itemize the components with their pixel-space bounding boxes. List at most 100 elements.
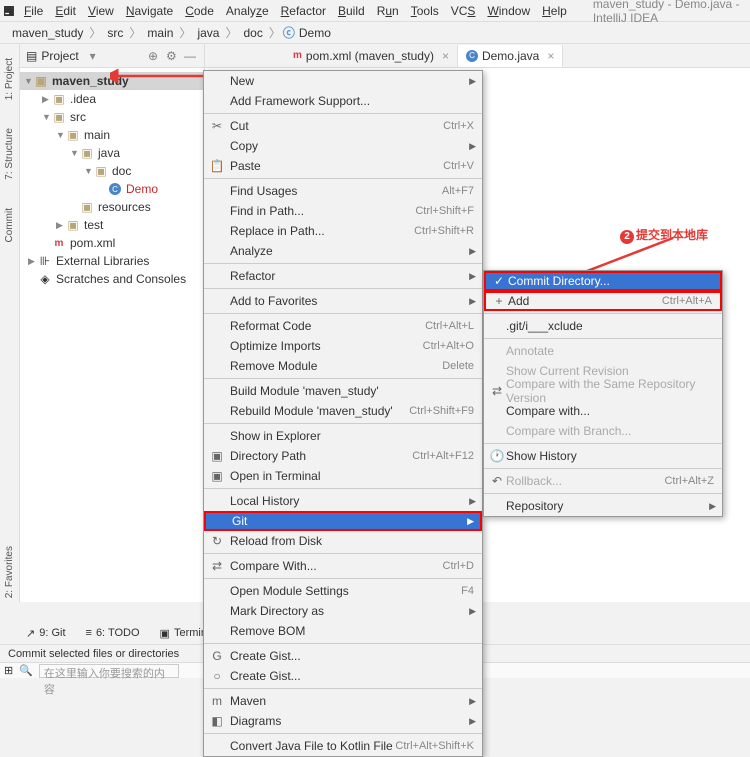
chevron-down-icon[interactable]: ▾ <box>90 49 96 63</box>
menu-analyze[interactable]: Analyze <box>220 2 275 20</box>
menu-item[interactable]: Reformat CodeCtrl+Alt+L <box>204 316 482 336</box>
left-tab-commit[interactable]: Commit <box>2 204 17 246</box>
menu-run[interactable]: Run <box>371 2 405 20</box>
menu-item[interactable]: .git/i___xclude <box>484 316 722 336</box>
menu-refactor[interactable]: Refactor <box>275 2 332 20</box>
left-tool-tabs: 1: Project 7: Structure Commit 2: Favori… <box>0 44 20 602</box>
menu-item[interactable]: ◧Diagrams▶ <box>204 711 482 731</box>
menu-item[interactable]: Remove BOM <box>204 621 482 641</box>
menu-item[interactable]: Compare with... <box>484 401 722 421</box>
menu-item[interactable]: Compare with Branch... <box>484 421 722 441</box>
menu-item[interactable]: Mark Directory as▶ <box>204 601 482 621</box>
gear-icon[interactable]: ⚙ <box>166 49 180 63</box>
menu-item[interactable]: Annotate <box>484 341 722 361</box>
bc-project[interactable]: maven_study <box>8 26 87 40</box>
menu-item[interactable]: ✂CutCtrl+X <box>204 116 482 136</box>
menu-item[interactable]: New▶ <box>204 71 482 91</box>
search-input[interactable]: 在这里输入你要搜索的内容 <box>39 664 179 678</box>
tree-item[interactable]: mpom.xml <box>20 234 204 252</box>
project-header: ▤ Project ▾ ⊕ ⚙ — <box>20 44 204 68</box>
tree-item[interactable]: ◈Scratches and Consoles <box>20 270 204 288</box>
menu-item[interactable]: Replace in Path...Ctrl+Shift+R <box>204 221 482 241</box>
bottom-tab-git[interactable]: ↗ 9: Git <box>20 625 72 642</box>
menu-item[interactable]: mMaven▶ <box>204 691 482 711</box>
menu-item[interactable]: Add to Favorites▶ <box>204 291 482 311</box>
maven-icon: m <box>293 50 302 61</box>
tree-item[interactable]: ▼▣java <box>20 144 204 162</box>
git-submenu: ✓Commit Directory...+AddCtrl+Alt+A .git/i… <box>483 270 723 517</box>
menu-help[interactable]: Help <box>536 2 573 20</box>
menu-item[interactable]: Refactor▶ <box>204 266 482 286</box>
left-tab-project[interactable]: 1: Project <box>2 54 17 104</box>
bottom-tool-tabs: ↗ 9: Git ≡ 6: TODO ▣ Terminal <box>20 622 222 644</box>
menu-item[interactable]: ↶Rollback...Ctrl+Alt+Z <box>484 471 722 491</box>
menu-item[interactable]: Copy▶ <box>204 136 482 156</box>
menu-item[interactable]: Optimize ImportsCtrl+Alt+O <box>204 336 482 356</box>
search-icon: 🔍 <box>19 664 33 677</box>
menu-item[interactable]: Rebuild Module 'maven_study'Ctrl+Shift+F… <box>204 401 482 421</box>
menu-navigate[interactable]: Navigate <box>120 2 179 20</box>
tab-demo[interactable]: C Demo.java × <box>458 45 563 67</box>
menu-item[interactable]: ⇄Compare with the Same Repository Versio… <box>484 381 722 401</box>
menu-item[interactable]: +AddCtrl+Alt+A <box>484 291 722 311</box>
tree-root[interactable]: ▼▣maven_study <box>20 72 204 90</box>
tree-item[interactable]: ▶▣test <box>20 216 204 234</box>
menu-item[interactable]: ↻Reload from Disk <box>204 531 482 551</box>
menu-item[interactable]: Build Module 'maven_study' <box>204 381 482 401</box>
intellij-icon <box>4 4 14 18</box>
left-tab-favorites[interactable]: 2: Favorites <box>2 542 17 602</box>
menu-item[interactable]: Local History▶ <box>204 491 482 511</box>
tab-pom[interactable]: m pom.xml (maven_study) × <box>285 45 458 67</box>
menu-item[interactable]: 📋PasteCtrl+V <box>204 156 482 176</box>
menu-item[interactable]: 🕐Show History <box>484 446 722 466</box>
menu-item[interactable]: Find in Path...Ctrl+Shift+F <box>204 201 482 221</box>
menu-item[interactable]: Add Framework Support... <box>204 91 482 111</box>
menu-edit[interactable]: Edit <box>49 2 82 20</box>
menu-item[interactable]: ✓Commit Directory... <box>484 271 722 291</box>
project-panel: ▤ Project ▾ ⊕ ⚙ — ▼▣maven_study ▶▣.idea▼… <box>20 44 205 602</box>
menu-code[interactable]: Code <box>179 2 220 20</box>
menu-file[interactable]: File <box>18 2 49 20</box>
left-tab-structure[interactable]: 7: Structure <box>2 124 17 184</box>
bc-java[interactable]: java <box>193 26 223 40</box>
menu-tools[interactable]: Tools <box>405 2 445 20</box>
menu-item[interactable]: ▣Directory PathCtrl+Alt+F12 <box>204 446 482 466</box>
menu-item[interactable]: Convert Java File to Kotlin FileCtrl+Alt… <box>204 736 482 756</box>
menubar: File Edit View Navigate Code Analyze Ref… <box>0 0 750 22</box>
menu-item[interactable]: Analyze▶ <box>204 241 482 261</box>
collapse-icon[interactable]: ⊕ <box>148 49 162 63</box>
tree-item[interactable]: ▶⊪External Libraries <box>20 252 204 270</box>
class-icon: C <box>466 50 478 62</box>
bc-src[interactable]: src <box>103 26 127 40</box>
bottom-tab-todo[interactable]: ≡ 6: TODO <box>80 625 146 641</box>
menu-item[interactable]: Repository▶ <box>484 496 722 516</box>
menu-item[interactable]: ⇄Compare With...Ctrl+D <box>204 556 482 576</box>
tree-item[interactable]: CDemo <box>20 180 204 198</box>
tree-item[interactable]: ▶▣.idea <box>20 90 204 108</box>
menu-window[interactable]: Window <box>481 2 536 20</box>
hide-icon[interactable]: — <box>184 49 198 63</box>
windows-icon[interactable]: ⊞ <box>4 664 13 677</box>
menu-item[interactable]: Remove ModuleDelete <box>204 356 482 376</box>
window-title: maven_study - Demo.java - IntelliJ IDEA <box>593 0 746 25</box>
tree-item[interactable]: ▣resources <box>20 198 204 216</box>
close-icon[interactable]: × <box>547 49 554 63</box>
tree-item[interactable]: ▼▣src <box>20 108 204 126</box>
menu-item[interactable]: Git▶ <box>204 511 482 531</box>
menu-item[interactable]: GCreate Gist... <box>204 646 482 666</box>
bc-demo[interactable]: Demo <box>295 26 335 40</box>
menu-build[interactable]: Build <box>332 2 371 20</box>
menu-item[interactable]: Open Module SettingsF4 <box>204 581 482 601</box>
menu-view[interactable]: View <box>82 2 120 20</box>
menu-vcs[interactable]: VCS <box>445 2 482 20</box>
menu-item[interactable]: Show in Explorer <box>204 426 482 446</box>
menu-item[interactable]: ○Create Gist... <box>204 666 482 686</box>
menu-item[interactable]: ▣Open in Terminal <box>204 466 482 486</box>
tree-item[interactable]: ▼▣doc <box>20 162 204 180</box>
bc-main[interactable]: main <box>143 26 177 40</box>
menu-item[interactable]: Find UsagesAlt+F7 <box>204 181 482 201</box>
tree-item[interactable]: ▼▣main <box>20 126 204 144</box>
close-icon[interactable]: × <box>442 49 449 63</box>
project-header-label[interactable]: Project <box>41 49 85 63</box>
bc-doc[interactable]: doc <box>239 26 266 40</box>
